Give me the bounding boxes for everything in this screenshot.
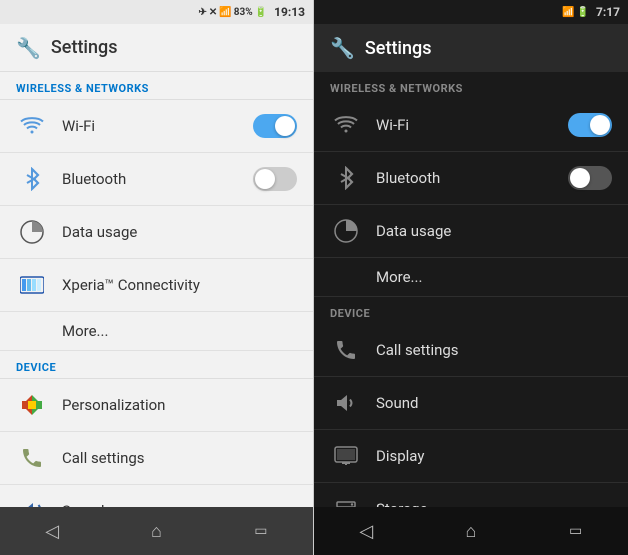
call-icon-right <box>330 334 362 366</box>
sound-item-right[interactable]: Sound <box>314 377 628 430</box>
personalization-icon-left <box>16 389 48 421</box>
recents-icon-right: ▭ <box>569 523 582 539</box>
call-item-right[interactable]: Call settings <box>314 324 628 377</box>
status-icons-left: ✈ ✕ 📶 83% 🔋 <box>199 7 268 18</box>
xperia-icon-left <box>16 269 48 301</box>
wifi-item-left[interactable]: Wi-Fi <box>0 100 313 153</box>
time-left: 19:13 <box>274 5 305 19</box>
app-title-left: Settings <box>51 37 118 58</box>
status-bar-left: ✈ ✕ 📶 83% 🔋 19:13 <box>0 0 313 24</box>
battery-icon-right: 🔋 <box>577 7 589 18</box>
mute-icon: ✕ <box>209 7 217 18</box>
wifi-icon-right <box>330 109 362 141</box>
data-icon-right <box>330 215 362 247</box>
battery-percent-left: 83% <box>234 7 253 18</box>
sound-label-left: Sound <box>62 502 297 507</box>
app-bar-right: 🔧 Settings <box>314 24 628 72</box>
recents-button-right[interactable]: ▭ <box>546 511 606 551</box>
wifi-label-left: Wi-Fi <box>62 117 253 135</box>
battery-icon-left: 🔋 <box>255 7 267 18</box>
storage-icon-right <box>330 493 362 507</box>
content-right: WIRELESS & NETWORKS Wi-Fi <box>314 72 628 507</box>
call-label-right: Call settings <box>376 341 612 359</box>
bluetooth-toggle-right[interactable] <box>568 166 612 190</box>
back-button-left[interactable]: ◁ <box>22 511 82 551</box>
home-button-left[interactable]: ⌂ <box>126 511 186 551</box>
sound-icon-left <box>16 495 48 507</box>
data-label-left: Data usage <box>62 223 297 241</box>
data-item-left[interactable]: Data usage <box>0 206 313 259</box>
section-wireless-header-right: WIRELESS & NETWORKS <box>314 72 628 99</box>
display-icon-right <box>330 440 362 472</box>
call-label-left: Call settings <box>62 449 297 467</box>
personalization-item-left[interactable]: Personalization <box>0 379 313 432</box>
home-button-right[interactable]: ⌂ <box>441 511 501 551</box>
status-bar-right: 📶 🔋 7:17 <box>314 0 628 24</box>
bluetooth-icon-right <box>330 162 362 194</box>
wifi-label-right: Wi-Fi <box>376 116 568 134</box>
home-icon-left: ⌂ <box>151 521 162 542</box>
call-item-left[interactable]: Call settings <box>0 432 313 485</box>
wifi-item-right[interactable]: Wi-Fi <box>314 99 628 152</box>
home-icon-right: ⌂ <box>466 521 477 542</box>
content-left: WIRELESS & NETWORKS Wi-Fi <box>0 72 313 507</box>
recents-button-left[interactable]: ▭ <box>231 511 291 551</box>
airplane-icon: ✈ <box>199 7 207 18</box>
back-button-right[interactable]: ◁ <box>336 511 396 551</box>
back-icon-left: ◁ <box>45 521 59 542</box>
recents-icon-left: ▭ <box>254 523 267 539</box>
app-bar-left: 🔧 Settings <box>0 24 313 72</box>
bluetooth-item-right[interactable]: Bluetooth <box>314 152 628 205</box>
xperia-item-left[interactable]: Xperia™ Connectivity <box>0 259 313 312</box>
back-icon-right: ◁ <box>359 521 373 542</box>
bottom-nav-right: ◁ ⌂ ▭ <box>314 507 628 555</box>
personalization-label-left: Personalization <box>62 396 297 414</box>
section-device-header-right: DEVICE <box>314 297 628 324</box>
bluetooth-icon-left <box>16 163 48 195</box>
xperia-label-left: Xperia™ Connectivity <box>62 276 297 294</box>
right-panel: 📶 🔋 7:17 🔧 Settings WIRELESS & NETWORKS … <box>314 0 628 555</box>
wifi-toggle-right[interactable] <box>568 113 612 137</box>
wrench-icon-right: 🔧 <box>330 36 355 60</box>
sound-item-left[interactable]: Sound <box>0 485 313 507</box>
call-icon-left <box>16 442 48 474</box>
app-title-right: Settings <box>365 38 432 59</box>
data-label-right: Data usage <box>376 222 612 240</box>
signal-icon-right: 📶 <box>562 7 574 18</box>
section-device-header-left: DEVICE <box>0 351 313 379</box>
status-icons-right: 📶 🔋 <box>562 7 589 18</box>
storage-label-right: Storage <box>376 500 612 507</box>
display-label-right: Display <box>376 447 612 465</box>
more-item-left[interactable]: More... <box>0 312 313 351</box>
left-panel: ✈ ✕ 📶 83% 🔋 19:13 🔧 Settings WIRELESS & … <box>0 0 314 555</box>
storage-item-right[interactable]: Storage <box>314 483 628 507</box>
signal-icon-left: 📶 <box>219 7 231 18</box>
wifi-icon-left <box>16 110 48 142</box>
bluetooth-label-right: Bluetooth <box>376 169 568 187</box>
time-right: 7:17 <box>596 5 620 19</box>
sound-label-right: Sound <box>376 394 612 412</box>
bluetooth-label-left: Bluetooth <box>62 170 253 188</box>
bottom-nav-left: ◁ ⌂ ▭ <box>0 507 313 555</box>
section-wireless-header-left: WIRELESS & NETWORKS <box>0 72 313 100</box>
bluetooth-toggle-left[interactable] <box>253 167 297 191</box>
bluetooth-item-left[interactable]: Bluetooth <box>0 153 313 206</box>
wrench-icon-left: 🔧 <box>16 36 41 60</box>
display-item-right[interactable]: Display <box>314 430 628 483</box>
data-item-right[interactable]: Data usage <box>314 205 628 258</box>
data-icon-left <box>16 216 48 248</box>
wifi-toggle-left[interactable] <box>253 114 297 138</box>
sound-icon-right <box>330 387 362 419</box>
more-item-right[interactable]: More... <box>314 258 628 297</box>
